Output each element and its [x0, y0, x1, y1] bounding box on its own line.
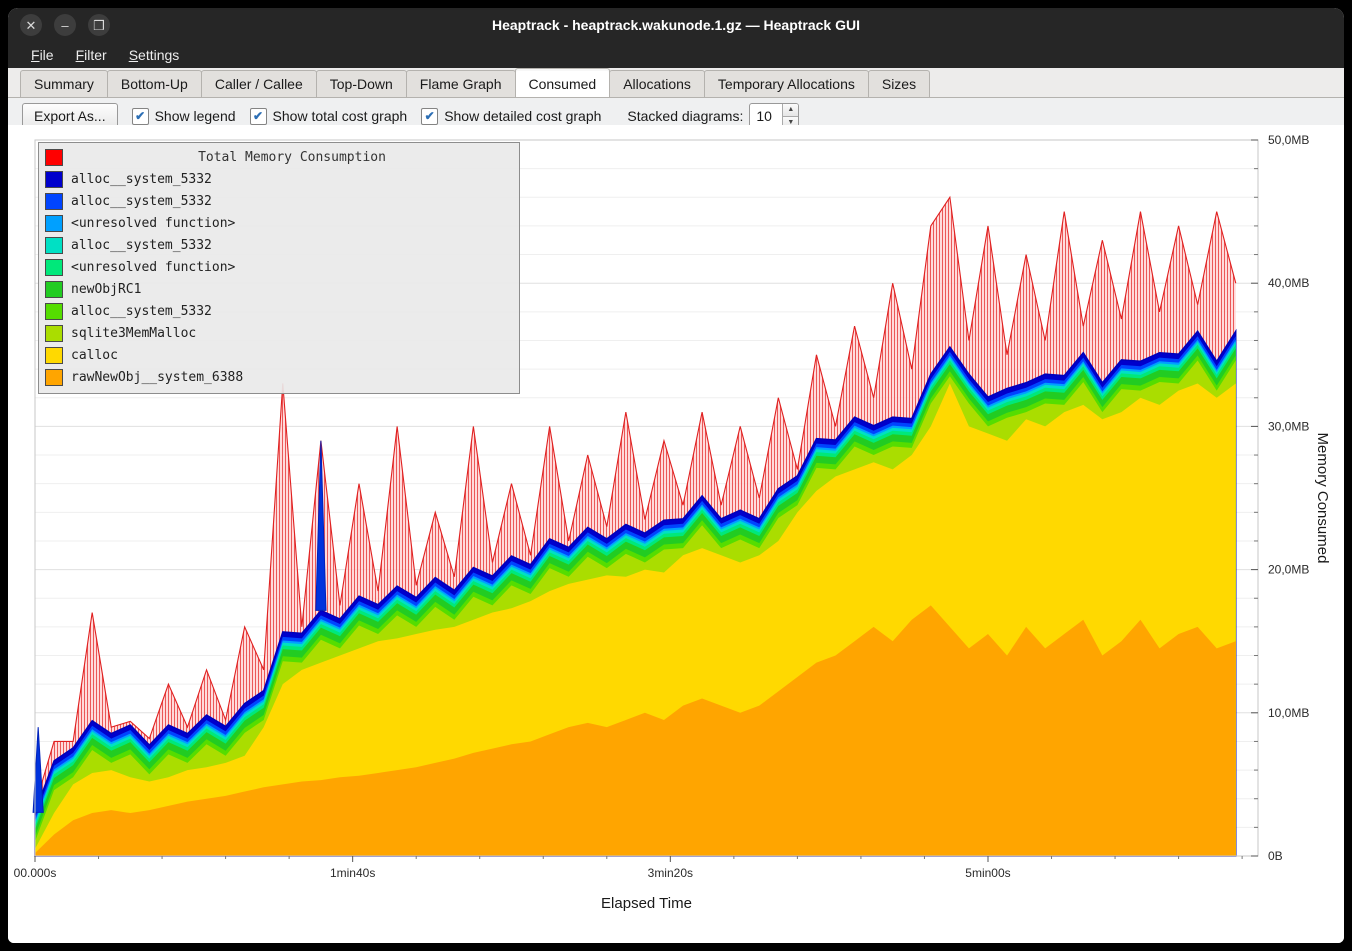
menu-settings[interactable]: Settings: [120, 44, 189, 66]
legend-swatch: [45, 347, 63, 364]
legend-label: newObjRC1: [71, 282, 141, 297]
tab-top-down[interactable]: Top-Down: [316, 70, 407, 97]
tab-summary[interactable]: Summary: [20, 70, 108, 97]
window-title: Heaptrack - heaptrack.wakunode.1.gz — He…: [8, 17, 1344, 33]
maximize-button[interactable]: ❒: [88, 14, 110, 36]
show-total-cost-checkbox[interactable]: ✔ Show total cost graph: [250, 108, 408, 125]
tab-allocations[interactable]: Allocations: [609, 70, 705, 97]
legend-label: alloc__system_5332: [71, 194, 212, 209]
spin-up-icon[interactable]: ▲: [783, 104, 798, 116]
svg-text:50,0MB: 50,0MB: [1268, 133, 1309, 147]
tab-temporary-allocations[interactable]: Temporary Allocations: [704, 70, 869, 97]
legend-entry: <unresolved function>: [45, 212, 513, 234]
svg-text:Memory Consumed: Memory Consumed: [1314, 433, 1331, 564]
tab-caller-callee[interactable]: Caller / Callee: [201, 70, 317, 97]
show-legend-label: Show legend: [155, 108, 236, 124]
tab-flame-graph[interactable]: Flame Graph: [406, 70, 516, 97]
tab-bottom-up[interactable]: Bottom-Up: [107, 70, 202, 97]
legend: Total Memory Consumption alloc__system_5…: [38, 142, 520, 394]
maximize-icon: ❒: [93, 19, 105, 32]
legend-swatch: [45, 237, 63, 254]
menu-bar: FileFilterSettings: [8, 42, 1344, 68]
svg-text:3min20s: 3min20s: [648, 866, 693, 880]
minimize-button[interactable]: –: [54, 14, 76, 36]
legend-entry: <unresolved function>: [45, 256, 513, 278]
chart-area: 0B 10,0MB 20,0MB 30,0MB 40,0MB 50,0MB 00.000s 1…: [8, 125, 1344, 943]
legend-entry: alloc__system_5332: [45, 300, 513, 322]
close-button[interactable]: ✕: [20, 14, 42, 36]
legend-swatch: [45, 259, 63, 276]
legend-label: calloc: [71, 348, 118, 363]
tab-bar: SummaryBottom-UpCaller / CalleeTop-DownF…: [8, 68, 1344, 98]
screen: ✕ – ❒ Heaptrack - heaptrack.wakunode.1.g…: [0, 0, 1352, 951]
legend-swatch: [45, 149, 63, 166]
legend-entry: rawNewObj__system_6388: [45, 366, 513, 388]
legend-label: <unresolved function>: [71, 260, 235, 275]
svg-text:5min00s: 5min00s: [965, 866, 1010, 880]
svg-text:20,0MB: 20,0MB: [1268, 563, 1309, 577]
legend-swatch: [45, 325, 63, 342]
menu-filter[interactable]: Filter: [67, 44, 116, 66]
tab-sizes[interactable]: Sizes: [868, 70, 930, 97]
legend-label: rawNewObj__system_6388: [71, 370, 243, 385]
legend-entry: calloc: [45, 344, 513, 366]
legend-label: alloc__system_5332: [71, 304, 212, 319]
legend-label: sqlite3MemMalloc: [71, 326, 196, 341]
legend-swatch: [45, 193, 63, 210]
svg-text:00.000s: 00.000s: [14, 866, 57, 880]
legend-entry: alloc__system_5332: [45, 168, 513, 190]
legend-entry: sqlite3MemMalloc: [45, 322, 513, 344]
show-legend-checkbox[interactable]: ✔ Show legend: [132, 108, 236, 125]
legend-entry: alloc__system_5332: [45, 234, 513, 256]
checkbox-check-icon: ✔: [132, 108, 149, 125]
title-bar[interactable]: ✕ – ❒ Heaptrack - heaptrack.wakunode.1.g…: [8, 8, 1344, 42]
svg-text:1min40s: 1min40s: [330, 866, 375, 880]
show-total-cost-label: Show total cost graph: [273, 108, 408, 124]
legend-entry: alloc__system_5332: [45, 190, 513, 212]
svg-text:Elapsed Time: Elapsed Time: [601, 895, 692, 912]
legend-swatch: [45, 369, 63, 386]
svg-text:40,0MB: 40,0MB: [1268, 276, 1309, 290]
legend-label: alloc__system_5332: [71, 172, 212, 187]
show-detailed-cost-checkbox[interactable]: ✔ Show detailed cost graph: [421, 108, 601, 125]
checkbox-check-icon: ✔: [421, 108, 438, 125]
tab-consumed[interactable]: Consumed: [515, 68, 611, 97]
show-detailed-cost-label: Show detailed cost graph: [444, 108, 601, 124]
heaptrack-window: ✕ – ❒ Heaptrack - heaptrack.wakunode.1.g…: [8, 8, 1344, 943]
checkbox-check-icon: ✔: [250, 108, 267, 125]
window-controls: ✕ – ❒: [20, 14, 110, 36]
legend-label: alloc__system_5332: [71, 238, 212, 253]
svg-text:30,0MB: 30,0MB: [1268, 419, 1309, 433]
close-icon: ✕: [26, 19, 37, 32]
svg-text:10,0MB: 10,0MB: [1268, 706, 1309, 720]
legend-swatch: [45, 215, 63, 232]
svg-text:0B: 0B: [1268, 849, 1283, 863]
stacked-diagrams-label: Stacked diagrams:: [627, 108, 743, 124]
legend-title: Total Memory Consumption: [71, 150, 513, 165]
legend-title-row: Total Memory Consumption: [45, 146, 513, 168]
minimize-icon: –: [61, 19, 68, 32]
legend-swatch: [45, 303, 63, 320]
menu-file[interactable]: File: [22, 44, 63, 66]
legend-swatch: [45, 281, 63, 298]
legend-swatch: [45, 171, 63, 188]
legend-entry: newObjRC1: [45, 278, 513, 300]
legend-label: <unresolved function>: [71, 216, 235, 231]
